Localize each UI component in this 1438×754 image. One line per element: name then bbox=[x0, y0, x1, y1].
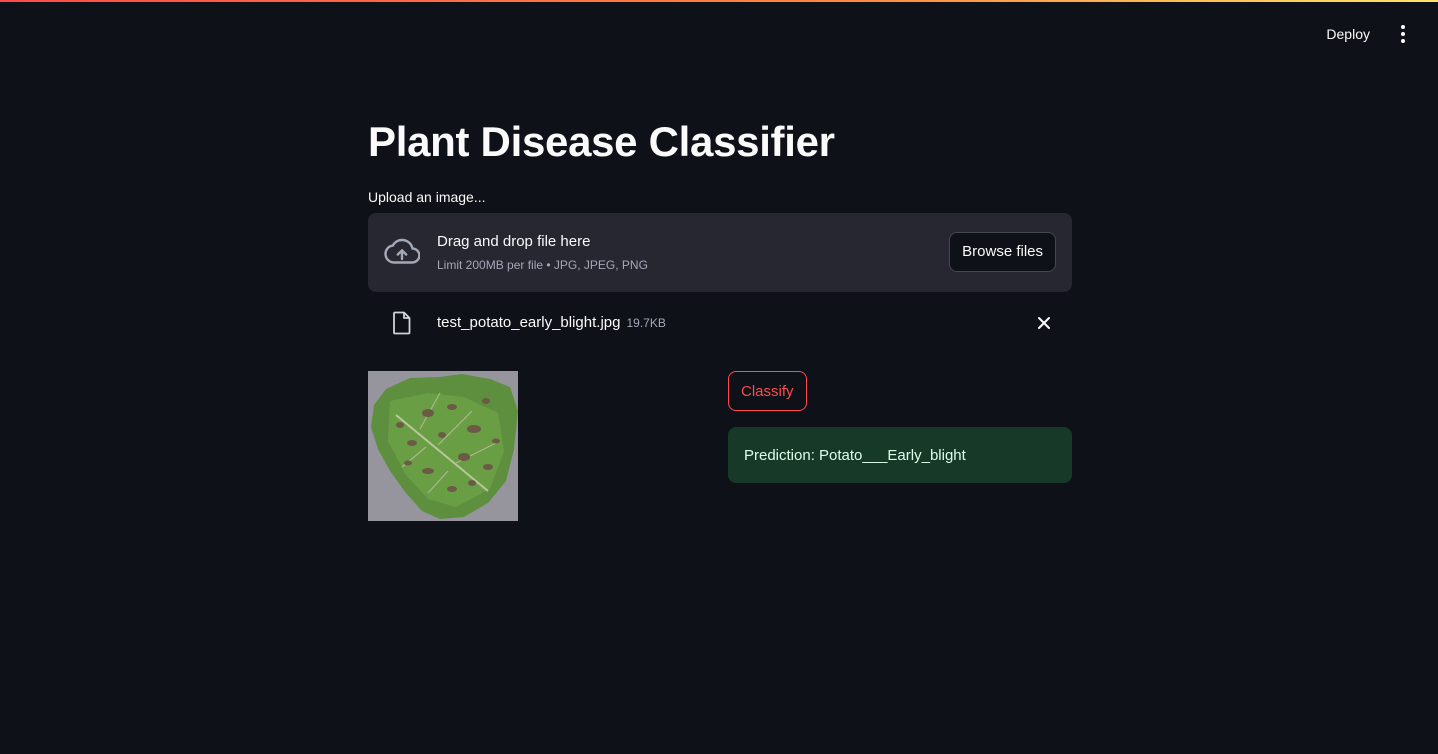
cloud-upload-icon bbox=[384, 238, 420, 264]
kebab-menu-icon[interactable] bbox=[1394, 22, 1412, 46]
classify-column: Classify Prediction: Potato___Early_blig… bbox=[728, 371, 1072, 483]
uploaded-file-name: test_potato_early_blight.jpg bbox=[437, 314, 621, 331]
file-icon bbox=[393, 311, 411, 335]
uploader-label: Upload an image... bbox=[368, 189, 486, 205]
uploaded-file-info: test_potato_early_blight.jpg 19.7KB bbox=[437, 314, 666, 331]
file-dropzone[interactable]: Drag and drop file here Limit 200MB per … bbox=[368, 213, 1072, 292]
main-content: Plant Disease Classifier Upload an image… bbox=[368, 110, 1072, 521]
dropzone-instructions: Drag and drop file here Limit 200MB per … bbox=[437, 233, 648, 272]
header-actions: Deploy bbox=[1320, 22, 1412, 46]
close-icon[interactable] bbox=[1034, 313, 1054, 333]
page-title: Plant Disease Classifier bbox=[368, 118, 835, 165]
deploy-button[interactable]: Deploy bbox=[1320, 22, 1376, 46]
classify-button[interactable]: Classify bbox=[728, 371, 807, 411]
browse-files-button[interactable]: Browse files bbox=[949, 232, 1056, 272]
top-decoration-bar bbox=[0, 0, 1438, 2]
uploaded-file-row: test_potato_early_blight.jpg 19.7KB bbox=[368, 299, 1072, 347]
uploaded-file-size: 19.7KB bbox=[626, 316, 666, 330]
dropzone-limit: Limit 200MB per file • JPG, JPEG, PNG bbox=[437, 258, 648, 272]
results-columns: Classify Prediction: Potato___Early_blig… bbox=[368, 371, 1072, 521]
uploaded-leaf-image bbox=[368, 371, 518, 521]
dropzone-title: Drag and drop file here bbox=[437, 233, 591, 250]
prediction-result: Prediction: Potato___Early_blight bbox=[728, 427, 1072, 483]
